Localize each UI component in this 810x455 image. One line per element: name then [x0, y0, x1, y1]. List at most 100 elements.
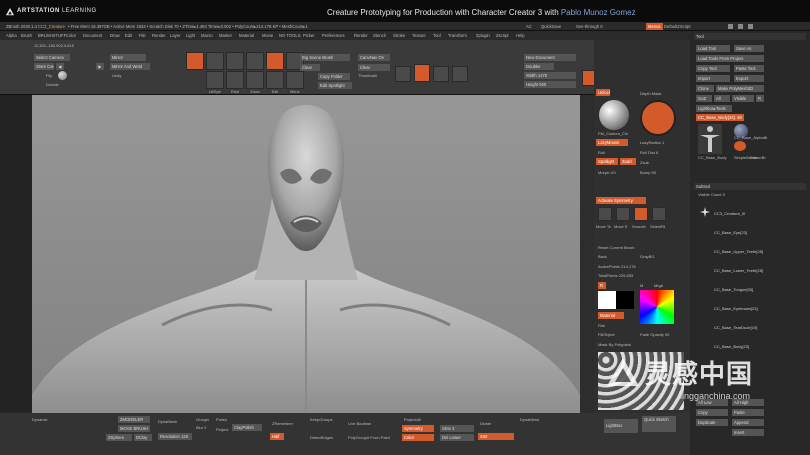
quick-sketch-button[interactable]: Quick Sketch — [642, 416, 676, 432]
subtool-header[interactable]: Subtool — [694, 183, 806, 190]
subtool-item[interactable]: CC_Base_TearDuctr[19] — [714, 325, 757, 330]
resolution-slider[interactable]: Resolution 128 — [158, 433, 192, 440]
menu-stroke[interactable]: Stroke — [393, 33, 405, 38]
bpr-icon[interactable] — [452, 66, 468, 82]
subtool-item[interactable]: CC_Base_Eye[23] — [714, 230, 747, 235]
project-all-button[interactable]: ProjectAll — [404, 417, 421, 422]
goz-button[interactable]: GoZ — [696, 95, 712, 102]
mask-by-polypaint-button[interactable]: Mask By Polypaint — [598, 342, 631, 347]
paste-tool-button[interactable]: Paste Tool — [734, 65, 764, 72]
fade-opacity-slider[interactable]: Fade Opacity 90 — [640, 332, 669, 337]
clone-button[interactable]: Clone — [696, 85, 714, 92]
dynamic-toggle[interactable]: Dynamic — [32, 417, 48, 422]
select-camera-button[interactable]: Select Camera — [34, 54, 70, 61]
window-control-icon[interactable] — [738, 24, 743, 29]
copy-folder-button[interactable]: Copy Folder — [318, 73, 350, 80]
dclay-button[interactable]: DClay — [134, 434, 152, 441]
clear-button-2[interactable]: Clear — [358, 64, 390, 71]
zsphere-button[interactable]: ZSphere — [106, 434, 132, 441]
mirror-icon[interactable]: Mirror — [286, 71, 304, 94]
menu-color[interactable]: Color — [66, 33, 76, 38]
menu-movie[interactable]: Movie — [262, 33, 273, 38]
del-lower-button[interactable]: Del Lower — [440, 434, 474, 441]
roll-dist-slider[interactable]: Roll Dist 6 — [640, 150, 658, 155]
symmetry-toggle[interactable]: Symmetry — [402, 425, 434, 432]
rotate-icon[interactable]: Rotate — [226, 52, 244, 75]
make-polymesh-button[interactable]: Make PolyMesh3D — [716, 85, 764, 92]
menu-texture[interactable]: Texture — [412, 33, 426, 38]
duplicate-button[interactable]: Duplicate — [696, 419, 728, 426]
load-tools-from-project-button[interactable]: Load Tools From Project — [696, 55, 764, 62]
double-button[interactable]: Double — [46, 82, 59, 87]
r-button[interactable]: R — [598, 282, 606, 289]
menu-draw[interactable]: Draw — [110, 33, 120, 38]
lightbox-icon[interactable] — [414, 64, 430, 82]
back-button[interactable]: Back — [598, 254, 607, 259]
menu-preferences[interactable]: Preferences — [322, 33, 345, 38]
move-icon[interactable]: Move — [206, 52, 224, 75]
load-tool-button[interactable]: Load Tool — [696, 45, 730, 52]
zoom-icon[interactable]: Zoom — [246, 71, 264, 94]
height-slider[interactable]: Height 920 — [524, 81, 576, 88]
keep-groups-toggle[interactable]: KeepGroups — [310, 417, 332, 422]
matcap-sphere-icon[interactable] — [599, 100, 629, 130]
mirror-button[interactable]: Mirror — [110, 54, 146, 61]
menu-marker[interactable]: Marker — [219, 33, 232, 38]
lightbox-button[interactable]: LightBox — [604, 419, 638, 433]
edit-mode-icon[interactable] — [186, 52, 204, 70]
material-button[interactable]: Material — [598, 312, 624, 319]
insert-button[interactable]: Insert — [732, 429, 764, 436]
menu-picker[interactable]: Picker — [303, 33, 315, 38]
m-button[interactable]: M — [640, 283, 643, 288]
import-button[interactable]: Import — [696, 75, 730, 82]
see-through-slider[interactable]: See-through 0 — [576, 24, 603, 29]
unlocked-toggle[interactable]: Unlocked — [596, 89, 610, 96]
sdiv-slider[interactable]: SDiv 3 — [440, 425, 474, 432]
edit-spotlight-button[interactable]: Edit Spotlight — [318, 82, 352, 89]
secondary-color-swatch[interactable] — [616, 291, 634, 309]
menu-brush[interactable]: Brush — [21, 33, 32, 38]
morph-uv-toggle[interactable]: Morph UV — [598, 170, 616, 175]
canvas-nav-button[interactable]: CanvNav On — [358, 54, 390, 61]
roll-toggle[interactable]: Roll — [598, 150, 605, 155]
viewport-canvas[interactable] — [32, 95, 580, 413]
menu-no-tools[interactable]: NO TOOLS — [279, 33, 301, 38]
eye-icon[interactable] — [395, 66, 411, 82]
zsub-toggle[interactable]: Zsub — [640, 160, 649, 165]
menu-alpha[interactable]: Alpha — [6, 33, 17, 38]
subtool-item[interactable]: CC3_Creature_III — [714, 211, 745, 216]
menu-light[interactable]: Light — [186, 33, 195, 38]
smt-toggle[interactable]: Smt — [478, 433, 514, 440]
window-control-icon[interactable] — [728, 24, 733, 29]
color-toggle[interactable]: Color — [402, 434, 434, 441]
window-control-icon[interactable] — [748, 24, 753, 29]
tool-panel-header[interactable]: Tool — [694, 33, 806, 40]
next-arrow-icon[interactable]: ▶ — [96, 63, 104, 70]
brush-preview-icon[interactable] — [640, 100, 676, 136]
color-picker-wheel[interactable] — [640, 290, 674, 324]
menu-material[interactable]: Material — [239, 33, 254, 38]
zremesher-button[interactable]: ZRemesher — [272, 421, 293, 426]
smooth-brush-icon[interactable] — [634, 207, 648, 221]
menu-tool[interactable]: Tool — [433, 33, 441, 38]
prev-arrow-icon[interactable]: ◀ — [56, 63, 64, 70]
draw-icon[interactable]: Draw — [266, 52, 284, 75]
new-document-button[interactable]: New Document — [524, 54, 576, 61]
save-as-button[interactable]: Save As — [734, 45, 764, 52]
move-brush-icon[interactable] — [598, 207, 612, 221]
blur-slider[interactable]: Blur 2 — [196, 425, 206, 430]
flip-button[interactable]: Flip — [46, 73, 52, 78]
clear-button[interactable]: Clear — [300, 64, 320, 71]
bump-slider[interactable]: Bump 90 — [640, 170, 656, 175]
reset-current-brush-button[interactable]: Reset Current Brush — [598, 245, 634, 250]
polyf-icon[interactable]: Polyf — [226, 71, 244, 94]
menu-edit[interactable]: Edit — [125, 33, 132, 38]
select-rect-icon[interactable] — [652, 207, 666, 221]
main-color-swatch[interactable] — [598, 291, 616, 309]
half-toggle[interactable]: Half — [270, 433, 284, 440]
store-cam-button[interactable]: Store Cam — [34, 63, 54, 70]
lazyradius-slider[interactable]: LazyRadius 1 — [640, 140, 664, 145]
figure-thumbnail-icon[interactable] — [698, 124, 722, 154]
undo-button[interactable]: Undy — [112, 73, 121, 78]
polygroup-from-paint-button[interactable]: PolyGroupIt From Paint — [348, 435, 390, 440]
